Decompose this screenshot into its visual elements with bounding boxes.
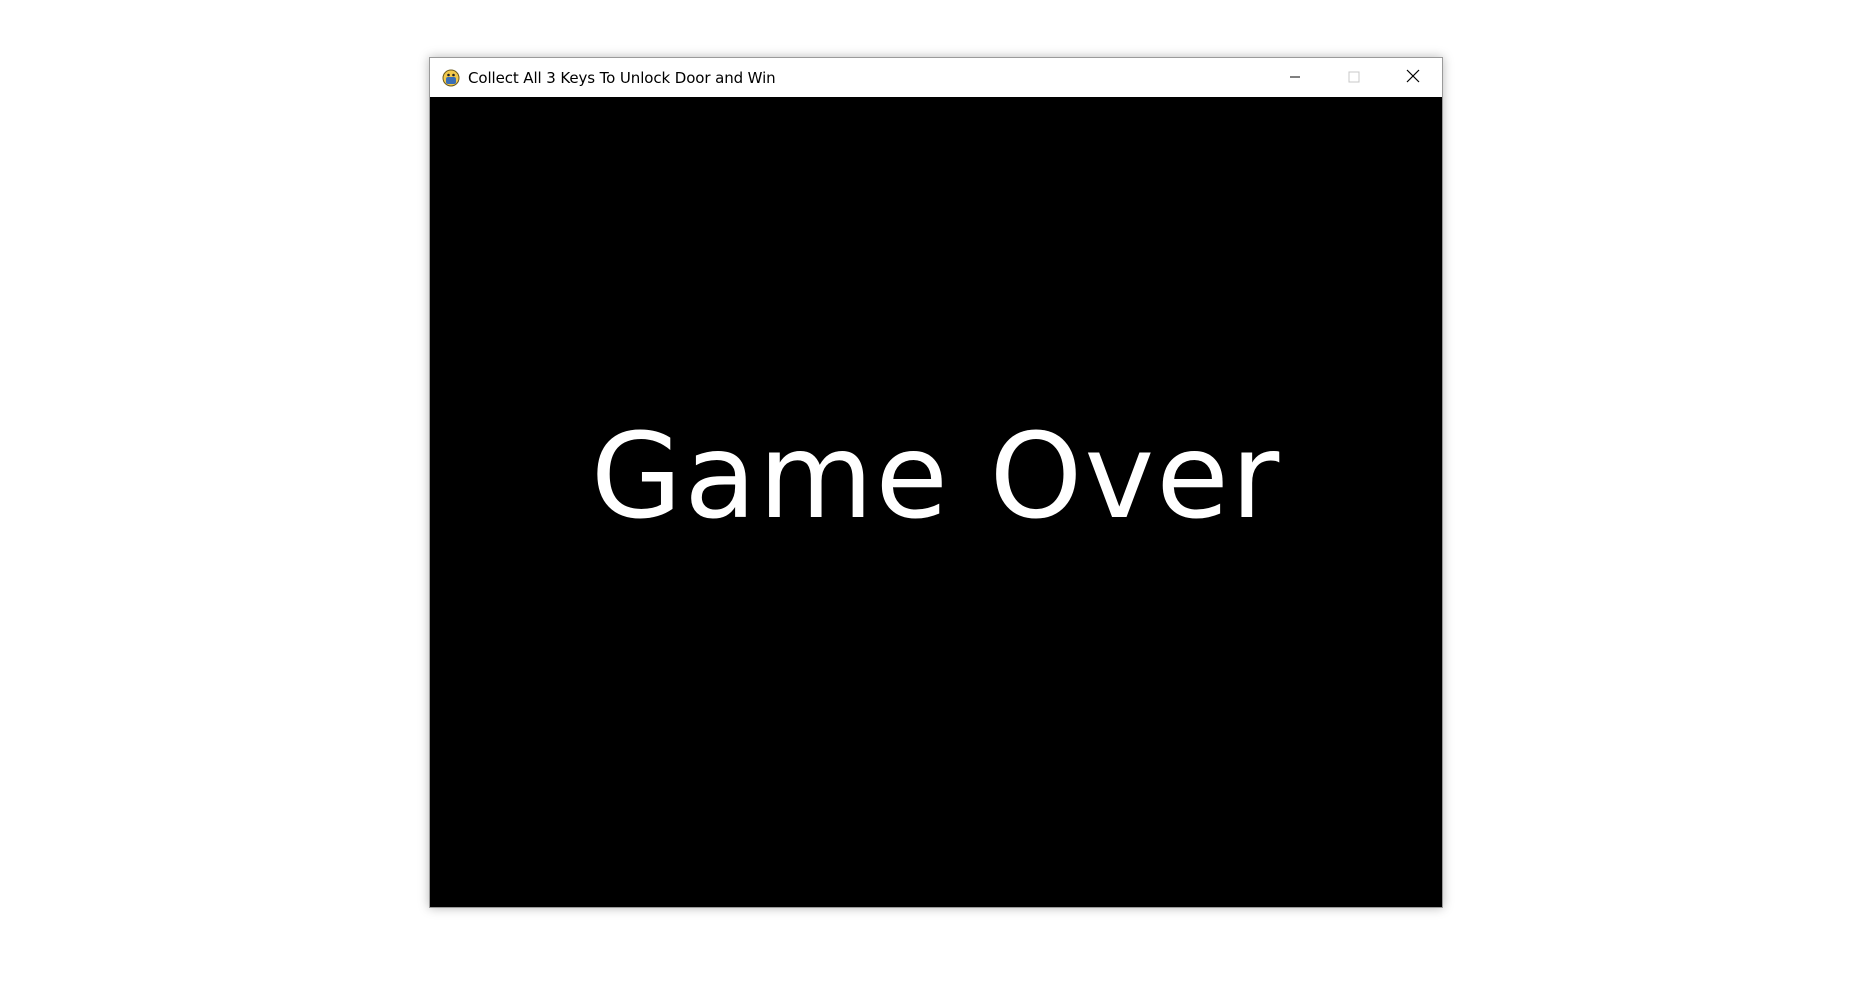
maximize-button[interactable] [1324, 58, 1383, 97]
minimize-button[interactable] [1265, 58, 1324, 97]
close-button[interactable] [1383, 58, 1442, 97]
title-bar[interactable]: Collect All 3 Keys To Unlock Door and Wi… [430, 58, 1442, 97]
game-canvas[interactable]: Game Over [430, 97, 1442, 907]
game-over-text: Game Over [590, 407, 1282, 545]
game-window: Collect All 3 Keys To Unlock Door and Wi… [429, 57, 1443, 908]
window-controls [1265, 58, 1442, 97]
minimize-icon [1289, 68, 1301, 87]
close-icon [1406, 68, 1420, 87]
pygame-icon [441, 68, 461, 88]
window-title: Collect All 3 Keys To Unlock Door and Wi… [468, 68, 776, 87]
maximize-icon [1348, 68, 1360, 87]
